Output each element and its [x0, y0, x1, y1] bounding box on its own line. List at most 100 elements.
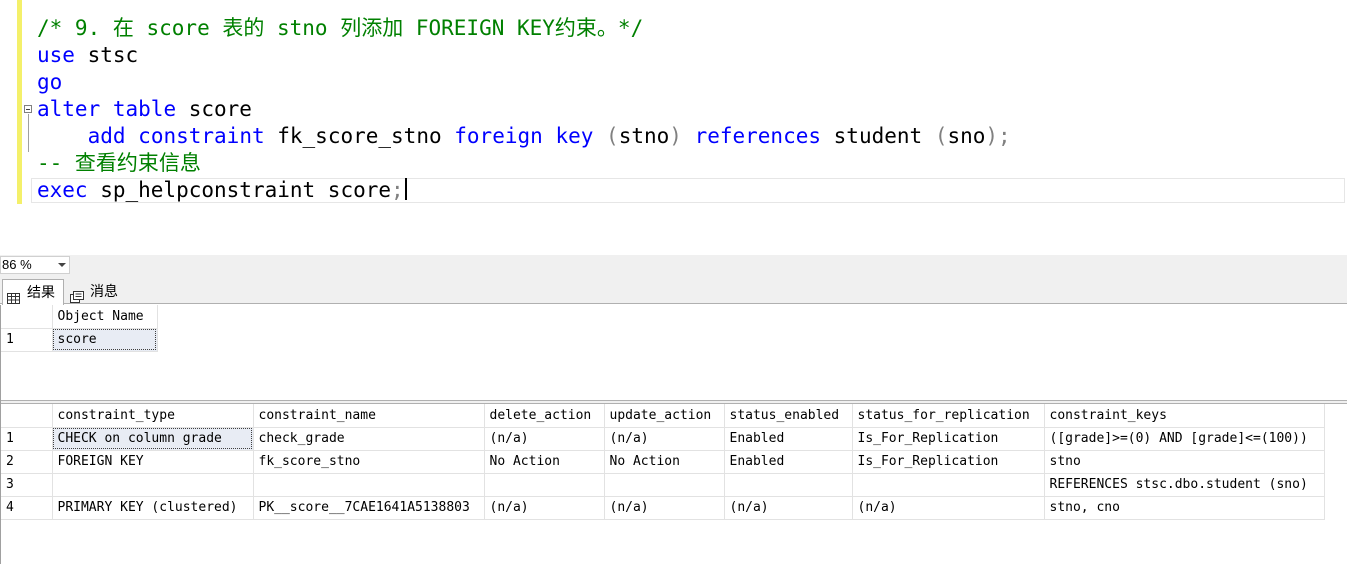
grid-cell[interactable] — [52, 473, 254, 497]
code-token: fk_score_stno — [264, 124, 455, 148]
table-row[interactable]: 1 CHECK on column grade check_grade (n/a) (n… — [0, 427, 1325, 451]
code-token: score — [176, 97, 252, 121]
code-token: go — [37, 70, 63, 94]
grid-cell[interactable]: Enabled — [724, 450, 853, 474]
grid-cell[interactable]: (n/a) — [484, 427, 605, 451]
chevron-down-icon[interactable] — [58, 263, 66, 267]
row-number[interactable]: 1 — [0, 328, 53, 352]
code-token: /* 9. 在 score 表的 stno 列添加 FOREIGN KEY约束。… — [37, 16, 644, 40]
row-number[interactable]: 1 — [0, 427, 53, 451]
grid-corner[interactable] — [0, 305, 53, 329]
code-token: ( — [934, 124, 948, 148]
grid-header-row: constraint_type constraint_name delete_act… — [0, 404, 1325, 428]
result-pane-2: constraint_type constraint_name delete_act… — [0, 404, 1347, 564]
grid-corner[interactable] — [0, 404, 53, 428]
tab-results-label: 结果 — [27, 284, 55, 300]
grid-cell[interactable] — [253, 473, 485, 497]
column-header[interactable]: constraint_name — [253, 404, 485, 428]
grid-cell[interactable]: (n/a) — [604, 427, 725, 451]
zoom-bar — [0, 255, 1347, 275]
table-row[interactable]: 3 REFERENCES stsc.dbo.student (sno) — [0, 473, 1325, 497]
column-header[interactable]: constraint_keys — [1044, 404, 1325, 428]
grid-cell[interactable]: No Action — [484, 450, 605, 474]
grid-cell[interactable] — [852, 473, 1045, 497]
code-token: -- 查看约束信息 — [37, 151, 201, 175]
grid-cell[interactable]: check_grade — [253, 427, 485, 451]
table-row[interactable]: 2 FOREIGN KEY fk_score_stno No Action No Act… — [0, 450, 1325, 474]
code-line[interactable]: use stsc — [37, 42, 138, 69]
results-tab-strip — [0, 275, 1347, 304]
grid-cell[interactable]: stno — [1044, 450, 1325, 474]
grid-cell[interactable] — [484, 473, 605, 497]
code-line[interactable]: /* 9. 在 score 表的 stno 列添加 FOREIGN KEY约束。… — [37, 15, 643, 42]
code-token: alter — [37, 97, 101, 121]
grid-cell[interactable] — [604, 473, 725, 497]
column-header[interactable]: delete_action — [484, 404, 605, 428]
object-name-grid: Object Name 1 score — [0, 305, 158, 352]
fold-guide-line — [28, 114, 29, 152]
grid-header-row: Object Name — [0, 305, 158, 329]
table-row[interactable]: 1 score — [0, 328, 158, 352]
grid-cell[interactable]: CHECK on column grade — [52, 427, 254, 451]
row-number[interactable]: 3 — [0, 473, 53, 497]
code-token: table — [112, 97, 177, 121]
grid-cell[interactable]: fk_score_stno — [253, 450, 485, 474]
grid-cell[interactable]: REFERENCES stsc.dbo.student (sno) — [1044, 473, 1325, 497]
code-token: sp_helpconstraint score — [87, 178, 392, 202]
column-header[interactable]: status_enabled — [724, 404, 853, 428]
zoom-select[interactable]: 86 % — [0, 256, 70, 274]
grid-cell[interactable]: FOREIGN KEY — [52, 450, 254, 474]
column-header[interactable]: Object Name — [52, 305, 158, 329]
grid-cell[interactable]: Is_For_Replication — [852, 450, 1045, 474]
column-header[interactable]: constraint_type — [52, 404, 254, 428]
tab-results[interactable]: 结果 — [2, 279, 64, 305]
grid-cell[interactable]: No Action — [604, 450, 725, 474]
grid-cell[interactable]: Is_For_Replication — [852, 427, 1045, 451]
code-line[interactable]: -- 查看约束信息 — [37, 150, 201, 177]
grid-cell[interactable]: ([grade]>=(0) AND [grade]<=(100)) — [1044, 427, 1325, 451]
grid-cell[interactable]: PRIMARY KEY (clustered) — [52, 496, 254, 520]
tab-messages-label: 消息 — [90, 283, 118, 299]
code-token: ) — [669, 124, 682, 148]
code-line[interactable]: exec sp_helpconstraint score; — [37, 177, 407, 204]
code-token: exec — [37, 178, 88, 202]
code-token: ; — [391, 178, 404, 202]
column-header[interactable]: update_action — [604, 404, 725, 428]
grid-cell[interactable]: (n/a) — [724, 496, 853, 520]
grid-cell[interactable]: Enabled — [724, 427, 853, 451]
code-token: ( — [606, 124, 619, 148]
text-caret — [404, 178, 407, 200]
sql-editor[interactable]: /* 9. 在 score 表的 stno 列添加 FOREIGN KEY约束。… — [0, 0, 1347, 255]
grid-cell[interactable] — [724, 473, 853, 497]
code-token: stno — [618, 124, 670, 148]
results-left-border — [0, 305, 1, 564]
code-token: add — [87, 124, 126, 148]
code-line[interactable]: add constraint fk_score_stno foreign key… — [37, 123, 1011, 150]
code-token: references — [694, 124, 822, 148]
grid-cell[interactable]: PK__score__7CAE1641A5138803 — [253, 496, 485, 520]
row-number[interactable]: 4 — [0, 496, 53, 520]
tab-messages[interactable]: 消息 — [66, 279, 128, 304]
code-line[interactable]: alter table score — [37, 96, 252, 123]
grid-cell[interactable]: (n/a) — [604, 496, 725, 520]
column-header[interactable]: status_for_replication — [852, 404, 1045, 428]
change-tracking-bar — [17, 0, 22, 204]
code-line[interactable]: go — [37, 69, 62, 96]
grid-cell[interactable]: (n/a) — [852, 496, 1045, 520]
zoom-value: 86 % — [2, 257, 32, 272]
table-row[interactable]: 4 PRIMARY KEY (clustered) PK__score__7CAE1… — [0, 496, 1325, 520]
result-pane-1: Object Name 1 score — [0, 305, 1347, 400]
grid-cell[interactable]: score — [52, 328, 158, 352]
grid-cell[interactable]: (n/a) — [484, 496, 605, 520]
collapse-icon[interactable] — [24, 105, 32, 113]
grid-cell[interactable]: stno, cno — [1044, 496, 1325, 520]
code-token: constraint — [138, 124, 265, 148]
row-number[interactable]: 2 — [0, 450, 53, 474]
code-token: ); — [985, 124, 1011, 148]
